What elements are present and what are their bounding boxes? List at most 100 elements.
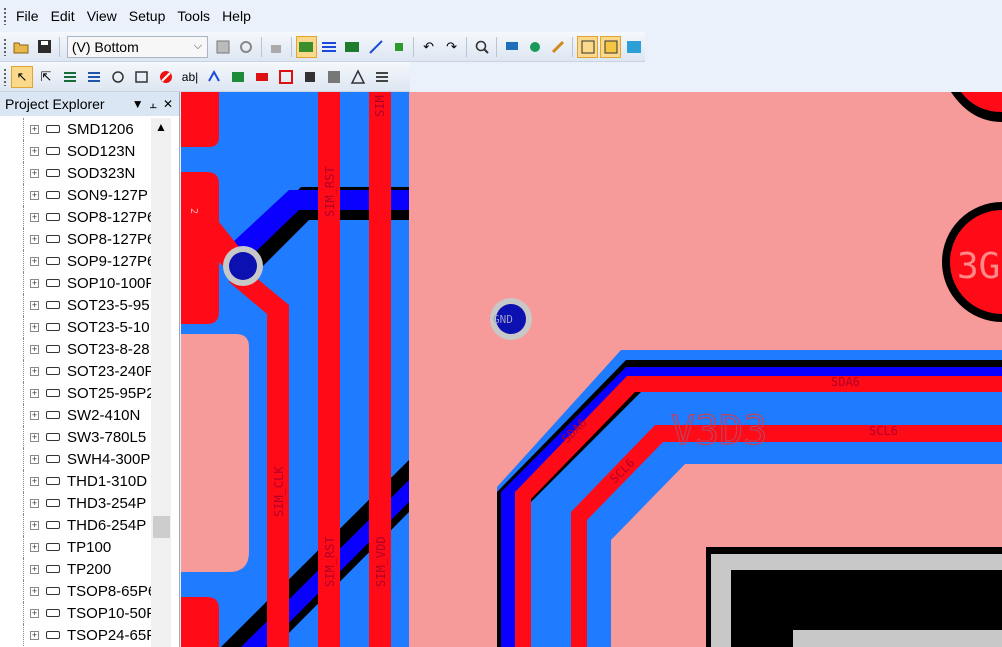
- expand-plus-icon[interactable]: +: [30, 586, 39, 596]
- board-icon[interactable]: [342, 36, 363, 58]
- refresh-icon[interactable]: [236, 36, 257, 58]
- layout-view-icon[interactable]: [577, 35, 599, 58]
- component-icon[interactable]: [388, 36, 409, 58]
- tree-item[interactable]: + SMD1206: [0, 118, 170, 140]
- expand-plus-icon[interactable]: +: [30, 146, 39, 156]
- expand-plus-icon[interactable]: +: [30, 278, 39, 288]
- expand-plus-icon[interactable]: +: [30, 168, 39, 178]
- expand-plus-icon[interactable]: +: [30, 608, 39, 618]
- tree-item[interactable]: + SOT25-95P2: [0, 382, 170, 404]
- tree-item[interactable]: + TP200: [0, 558, 170, 580]
- add-pad-icon[interactable]: [251, 66, 273, 88]
- expand-plus-icon[interactable]: +: [30, 498, 39, 508]
- tree-item[interactable]: + SW3-780L5: [0, 426, 170, 448]
- tree-item[interactable]: + TP100: [0, 536, 170, 558]
- tree-scrollbar[interactable]: ▲: [151, 118, 171, 647]
- menu-file[interactable]: File: [10, 8, 45, 24]
- menu-setup[interactable]: Setup: [123, 8, 172, 24]
- undo-icon[interactable]: ↶: [418, 36, 439, 58]
- expand-plus-icon[interactable]: +: [30, 344, 39, 354]
- tree-item[interactable]: + THD3-254P: [0, 492, 170, 514]
- tree-item[interactable]: + SOT23-5-10: [0, 316, 170, 338]
- add-keepout-icon[interactable]: [155, 66, 177, 88]
- add-copper-icon[interactable]: [131, 66, 153, 88]
- menu-help[interactable]: Help: [216, 8, 257, 24]
- add-component-icon[interactable]: [227, 66, 249, 88]
- expand-plus-icon[interactable]: +: [30, 432, 39, 442]
- add-trace-icon[interactable]: [59, 66, 81, 88]
- expand-plus-icon[interactable]: +: [30, 322, 39, 332]
- expand-plus-icon[interactable]: +: [30, 520, 39, 530]
- trace-icon[interactable]: [365, 36, 386, 58]
- select-arrow-icon[interactable]: ↖: [11, 65, 33, 88]
- tree-item[interactable]: + SOT23-8-28: [0, 338, 170, 360]
- pcb-canvas[interactable]: SIM_RST SIM SIM_CLK SIM_RST SIM_VDD SDA6…: [181, 92, 1002, 647]
- expand-plus-icon[interactable]: +: [30, 212, 39, 222]
- add-board-outline-icon[interactable]: [299, 66, 321, 88]
- open-folder-icon[interactable]: [11, 36, 32, 58]
- zoom-icon[interactable]: [471, 36, 492, 58]
- expand-plus-icon[interactable]: +: [30, 454, 39, 464]
- tree-item[interactable]: + THD6-254P: [0, 514, 170, 536]
- expand-plus-icon[interactable]: +: [30, 476, 39, 486]
- tree-item[interactable]: + SOT23-5-95: [0, 294, 170, 316]
- expand-plus-icon[interactable]: +: [30, 366, 39, 376]
- add-text-icon[interactable]: ab|: [179, 66, 201, 88]
- tree-item[interactable]: + SOP10-100P: [0, 272, 170, 294]
- tree-item[interactable]: + SOP8-127P6: [0, 206, 170, 228]
- lock-icon[interactable]: [266, 36, 287, 58]
- add-dimension-icon[interactable]: [203, 66, 225, 88]
- pin-icon[interactable]: ⫠: [150, 97, 157, 112]
- tree-item[interactable]: + TSOP24-65P: [0, 624, 170, 646]
- expand-plus-icon[interactable]: +: [30, 190, 39, 200]
- tree-item[interactable]: + THD1-310D: [0, 470, 170, 492]
- tree-item[interactable]: + SOP8-127P6: [0, 228, 170, 250]
- chart-icon[interactable]: [623, 36, 644, 58]
- scroll-up-icon[interactable]: ▲: [155, 120, 167, 134]
- expand-plus-icon[interactable]: +: [30, 234, 39, 244]
- expand-plus-icon[interactable]: +: [30, 388, 39, 398]
- tree-item[interactable]: + SOT23-240P: [0, 360, 170, 382]
- tree-item[interactable]: + TSOP8-65P6: [0, 580, 170, 602]
- add-zone-icon[interactable]: [275, 66, 297, 88]
- add-via-icon[interactable]: [107, 66, 129, 88]
- tree-item[interactable]: + TSOP10-50P: [0, 602, 170, 624]
- expand-plus-icon[interactable]: +: [30, 300, 39, 310]
- expand-plus-icon[interactable]: +: [30, 410, 39, 420]
- expand-plus-icon[interactable]: +: [30, 564, 39, 574]
- export-dxf-icon[interactable]: [347, 66, 369, 88]
- scrollbar-thumb[interactable]: [153, 516, 170, 538]
- tree-item[interactable]: + SW2-410N: [0, 404, 170, 426]
- view-3d-icon[interactable]: [501, 36, 522, 58]
- expand-plus-icon[interactable]: +: [30, 542, 39, 552]
- save-icon[interactable]: [34, 36, 55, 58]
- redo-icon[interactable]: ↷: [441, 36, 462, 58]
- tree-item[interactable]: + SOP9-127P6: [0, 250, 170, 272]
- list-icon[interactable]: [371, 66, 393, 88]
- menu-edit[interactable]: Edit: [45, 8, 81, 24]
- expand-plus-icon[interactable]: +: [30, 630, 39, 640]
- tree-item[interactable]: + SOD323N: [0, 162, 170, 184]
- add-image-icon[interactable]: [323, 66, 345, 88]
- tree-item[interactable]: + SON9-127P: [0, 184, 170, 206]
- ratsnest-icon[interactable]: [319, 36, 340, 58]
- menu-grip[interactable]: [3, 7, 7, 25]
- tree-item[interactable]: + SWH4-300P: [0, 448, 170, 470]
- schematic-view-icon[interactable]: [600, 35, 622, 58]
- expand-plus-icon[interactable]: +: [30, 256, 39, 266]
- add-bus-icon[interactable]: [83, 66, 105, 88]
- tree-item[interactable]: + SOD123N: [0, 140, 170, 162]
- layer-select[interactable]: (V) Bottom ⌵: [66, 35, 208, 58]
- expand-plus-icon[interactable]: +: [30, 124, 39, 134]
- pcb-layout[interactable]: SIM_RST SIM SIM_CLK SIM_RST SIM_VDD SDA6…: [181, 92, 1002, 647]
- close-icon[interactable]: ✕: [163, 97, 173, 112]
- dropdown-arrow-icon[interactable]: ▼: [132, 97, 144, 112]
- drc-icon[interactable]: [524, 36, 545, 58]
- route-icon[interactable]: [295, 35, 317, 58]
- select-mode-icon[interactable]: ⇱: [35, 66, 57, 88]
- menu-tools[interactable]: Tools: [171, 8, 216, 24]
- menu-view[interactable]: View: [81, 8, 123, 24]
- toolbar-grip[interactable]: [3, 67, 7, 86]
- toolbar-grip[interactable]: [3, 37, 7, 56]
- properties-icon[interactable]: [213, 36, 234, 58]
